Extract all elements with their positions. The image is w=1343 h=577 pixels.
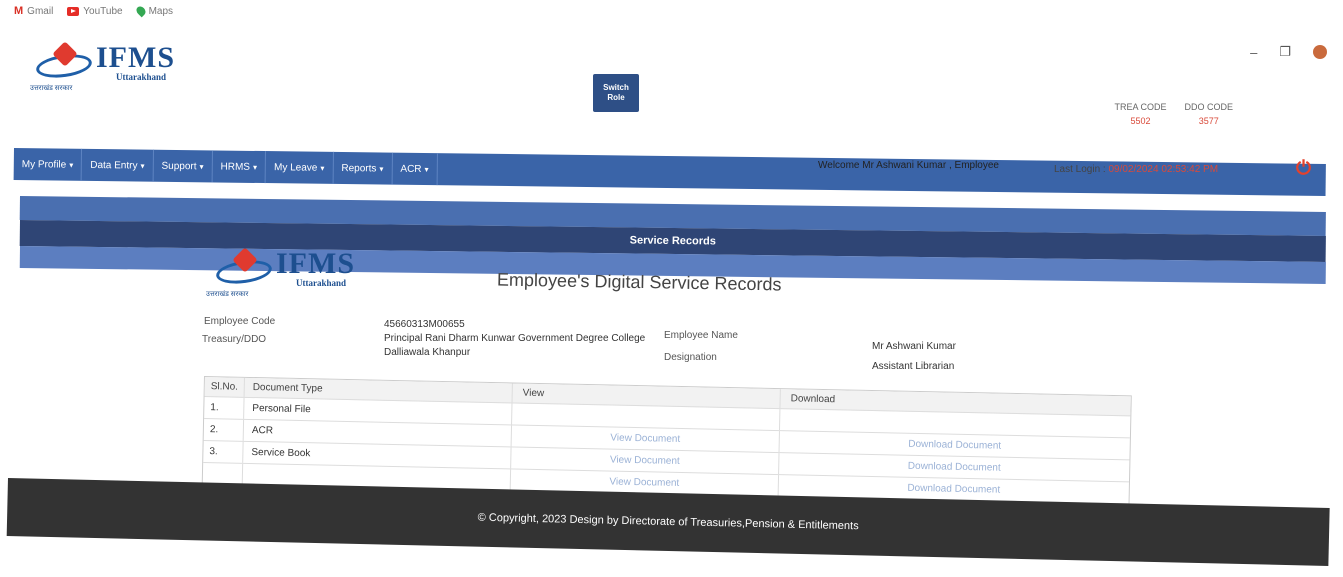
last-login-label: Last Login : bbox=[1054, 164, 1106, 175]
caret-down-icon: ▾ bbox=[320, 163, 325, 173]
employee-code-label: Employee Code bbox=[204, 316, 276, 327]
section-title: Service Records bbox=[629, 234, 716, 248]
gmail-icon: M bbox=[14, 5, 24, 17]
minimize-icon[interactable]: – bbox=[1250, 45, 1257, 60]
last-login-value: 09/02/2024 02:53:42 PM bbox=[1108, 164, 1219, 175]
header-slno: Sl.No. bbox=[204, 377, 245, 397]
row-slno: 2. bbox=[203, 419, 245, 441]
nav-label: Support bbox=[161, 160, 197, 172]
nav-label: My Leave bbox=[273, 161, 318, 174]
codes-panel: TREA CODE 5502 DDO CODE 3577 bbox=[1114, 102, 1233, 126]
bookmark-label: Maps bbox=[148, 5, 174, 17]
bookmark-gmail[interactable]: M Gmail bbox=[14, 5, 53, 17]
nav-data-entry[interactable]: Data Entry ▾ bbox=[82, 148, 154, 182]
caret-down-icon: ▾ bbox=[424, 164, 429, 174]
row-slno: 3. bbox=[203, 441, 244, 463]
nav-hrms[interactable]: HRMS ▾ bbox=[212, 150, 267, 184]
designation-value: Assistant Librarian bbox=[872, 361, 955, 372]
nav-my-leave[interactable]: My Leave ▾ bbox=[265, 151, 334, 184]
caret-down-icon: ▾ bbox=[199, 161, 204, 171]
treasury-code-value: 5502 bbox=[1130, 116, 1151, 126]
document-logo: IFMS Uttarakhand bbox=[214, 247, 355, 288]
document-title: Employee's Digital Service Records bbox=[496, 269, 782, 295]
nav-label: Data Entry bbox=[90, 159, 138, 172]
footer-copyright: © Copyright, 2023 Design by Directorate … bbox=[477, 511, 859, 533]
view-document-link[interactable]: View Document bbox=[610, 433, 680, 445]
view-document-link[interactable]: View Document bbox=[610, 455, 680, 467]
designation-label: Designation bbox=[664, 352, 717, 363]
row-slno bbox=[202, 463, 244, 485]
treasury-ddo-value: Principal Rani Dharm Kunwar Government D… bbox=[384, 333, 646, 358]
switch-role-button[interactable]: Switch Role bbox=[593, 74, 639, 112]
nav-my-profile[interactable]: My Profile ▾ bbox=[13, 148, 83, 181]
employee-name-value: Mr Ashwani Kumar bbox=[872, 341, 956, 352]
doc-logo-title: IFMS bbox=[276, 247, 355, 280]
doc-logo-subtitle: Uttarakhand bbox=[296, 278, 347, 288]
treasury-code-label: TREA CODE bbox=[1114, 102, 1167, 112]
caret-down-icon: ▾ bbox=[379, 163, 384, 174]
profile-avatar-icon[interactable] bbox=[1313, 45, 1327, 59]
employee-code-value: 45660313M00655 bbox=[384, 319, 465, 330]
power-icon[interactable]: ⏻ bbox=[1296, 158, 1311, 180]
restore-icon[interactable]: ❐ bbox=[1279, 44, 1291, 60]
logo-hindi: उत्तराखंड सरकार bbox=[30, 85, 73, 92]
ddo-code: DDO CODE 3577 bbox=[1184, 102, 1233, 126]
bookmark-label: YouTube bbox=[83, 5, 123, 17]
view-document-link[interactable]: View Document bbox=[609, 477, 679, 489]
download-document-link[interactable]: Download Document bbox=[907, 483, 1000, 496]
caret-down-icon: ▾ bbox=[252, 162, 258, 172]
ddo-code-value: 3577 bbox=[1198, 116, 1219, 126]
youtube-icon bbox=[67, 6, 80, 16]
bookmarks-bar: M Gmail YouTube Maps bbox=[14, 2, 173, 20]
ifms-logo-mark bbox=[34, 41, 94, 81]
treasury-ddo-label: Treasury/DDO bbox=[202, 334, 267, 345]
download-document-link[interactable]: Download Document bbox=[908, 461, 1001, 474]
download-document-link[interactable]: Download Document bbox=[908, 439, 1001, 452]
welcome-text: Welcome Mr Ashwani Kumar , Employee bbox=[818, 160, 999, 171]
bookmark-maps[interactable]: Maps bbox=[134, 4, 174, 18]
ddo-code-label: DDO CODE bbox=[1184, 102, 1233, 112]
nav-label: ACR bbox=[400, 163, 422, 175]
home-icon[interactable]: ⌂ bbox=[1250, 160, 1261, 181]
nav-acr[interactable]: ACR ▾ bbox=[392, 152, 438, 186]
nav-label: HRMS bbox=[220, 161, 251, 173]
caret-down-icon: ▾ bbox=[140, 161, 145, 171]
treasury-code: TREA CODE 5502 bbox=[1114, 102, 1166, 126]
nav-support[interactable]: Support ▾ bbox=[153, 149, 213, 183]
doc-logo-hindi: उत्तराखंड सरकार bbox=[206, 291, 249, 298]
nav-label: Reports bbox=[341, 162, 377, 174]
ifms-logo[interactable]: IFMS Uttarakhand bbox=[34, 41, 175, 82]
ifms-logo-mark bbox=[214, 247, 274, 287]
bookmark-youtube[interactable]: YouTube bbox=[67, 5, 123, 17]
nav-label: My Profile bbox=[21, 158, 67, 171]
logo-subtitle: Uttarakhand bbox=[116, 72, 167, 82]
row-slno: 1. bbox=[204, 397, 245, 419]
logo-title: IFMS bbox=[96, 41, 175, 74]
caret-down-icon: ▾ bbox=[69, 160, 74, 170]
maps-icon bbox=[134, 4, 147, 18]
browser-toolbar-icons: – ❐ bbox=[1250, 44, 1327, 60]
last-login: Last Login : 09/02/2024 02:53:42 PM bbox=[1054, 164, 1218, 175]
bookmark-label: Gmail bbox=[27, 5, 54, 17]
nav-reports[interactable]: Reports ▾ bbox=[333, 151, 393, 185]
employee-name-label: Employee Name bbox=[664, 330, 738, 341]
